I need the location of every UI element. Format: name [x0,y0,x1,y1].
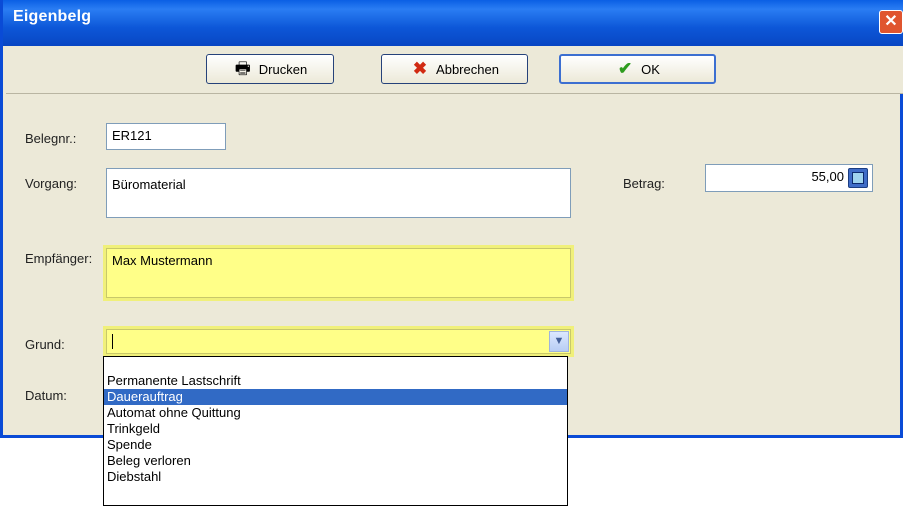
vorgang-value: Büromaterial [112,177,186,192]
calculator-icon[interactable] [848,168,868,188]
belegnr-label: Belegnr.: [25,131,77,146]
dropdown-option[interactable]: Spende [104,437,567,453]
empfaenger-field[interactable]: Max Mustermann [106,248,571,298]
betrag-label: Betrag: [623,176,665,191]
betrag-value: 55,00 [811,169,844,184]
vorgang-field[interactable]: Büromaterial [106,168,571,218]
ok-button[interactable]: ✔ OK [559,54,716,84]
ok-button-label: OK [641,61,660,77]
empfaenger-label: Empfänger: [25,251,93,266]
belegnr-field[interactable]: ER121 [106,123,226,150]
grund-label: Grund: [25,337,65,352]
dropdown-option[interactable]: Automat ohne Quittung [104,405,567,421]
print-button-label: Drucken [258,61,308,77]
close-icon: ✕ [884,13,898,30]
dropdown-option[interactable] [104,357,567,373]
checkmark-icon: ✔ [617,59,633,78]
dropdown-option[interactable]: Trinkgeld [104,421,567,437]
dropdown-option[interactable]: Dauerauftrag [104,389,567,405]
printer-icon: 🖶 [234,59,251,78]
cancel-button[interactable]: ✖ Abbrechen [381,54,528,84]
belegnr-value: ER121 [112,128,152,143]
vorgang-label: Vorgang: [25,176,78,191]
toolbar: 🖶 Drucken ✖ Abbrechen ✔ OK [6,46,903,94]
dropdown-option[interactable]: Beleg verloren [104,453,567,469]
dropdown-option[interactable]: Permanente Lastschrift [104,373,567,389]
empfaenger-value: Max Mustermann [112,253,213,268]
dropdown-option[interactable]: Diebstahl [104,469,567,485]
grund-dropdown-list: Permanente Lastschrift Dauerauftrag Auto… [103,356,568,506]
text-caret [112,334,113,349]
grund-combobox[interactable] [106,329,571,354]
cancel-button-label: Abbrechen [436,61,499,77]
title-bar[interactable]: Eigenbelg ✕ [3,0,903,46]
window-title: Eigenbelg [13,8,92,25]
red-x-icon: ✖ [412,59,428,78]
chevron-down-icon[interactable]: ▼ [549,331,569,352]
datum-label: Datum: [25,388,67,403]
close-button[interactable]: ✕ [879,10,903,34]
print-button[interactable]: 🖶 Drucken [206,54,334,84]
